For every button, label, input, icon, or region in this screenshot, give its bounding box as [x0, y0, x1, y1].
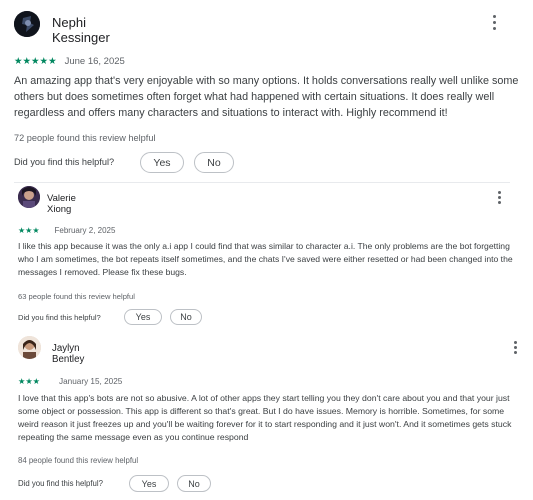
review-text: An amazing app that's very enjoyable wit… — [14, 75, 519, 119]
rating-row: ★★★★★ June 16, 2025 — [14, 56, 125, 67]
star-rating: ★★★★★ — [14, 56, 57, 67]
star-rating: ★★★ — [18, 226, 40, 235]
helpful-no-button[interactable]: No — [177, 475, 211, 492]
avatar — [14, 11, 40, 37]
helpful-yes-button[interactable]: Yes — [124, 309, 162, 325]
helpful-yes-button[interactable]: Yes — [129, 475, 169, 492]
review-text: I like this app because it was the only … — [18, 241, 513, 278]
divider — [14, 182, 510, 183]
review-date: January 15, 2025 — [59, 376, 123, 386]
reviewer-name: Nephi Kessinger — [52, 15, 110, 45]
helpful-question: Did you find this helpful? — [18, 479, 103, 488]
review-date: June 16, 2025 — [64, 56, 125, 67]
helpful-question: Did you find this helpful? — [18, 313, 101, 322]
helpful-no-button[interactable]: No — [194, 152, 234, 173]
more-options-icon[interactable] — [491, 15, 497, 30]
helpful-question: Did you find this helpful? — [14, 157, 115, 167]
avatar — [18, 336, 41, 359]
rating-row: ★★★ January 15, 2025 — [18, 376, 123, 387]
helpful-yes-button[interactable]: Yes — [140, 152, 184, 173]
review-date: February 2, 2025 — [54, 226, 116, 235]
avatar — [18, 186, 40, 208]
review-text: I love that this app's bots are not so a… — [18, 393, 512, 442]
helpful-count: 63 people found this review helpful — [18, 292, 135, 301]
star-rating: ★★★ — [18, 377, 41, 386]
more-options-icon[interactable] — [512, 341, 518, 354]
helpful-count: 84 people found this review helpful — [18, 456, 139, 465]
rating-row: ★★★ February 2, 2025 — [18, 226, 115, 235]
reviewer-name: Jaylyn Bentley — [52, 343, 85, 365]
more-options-icon[interactable] — [496, 191, 502, 204]
helpful-count: 72 people found this review helpful — [14, 133, 156, 143]
reviewer-name: Valerie Xiong — [47, 193, 76, 215]
helpful-no-button[interactable]: No — [170, 309, 202, 325]
